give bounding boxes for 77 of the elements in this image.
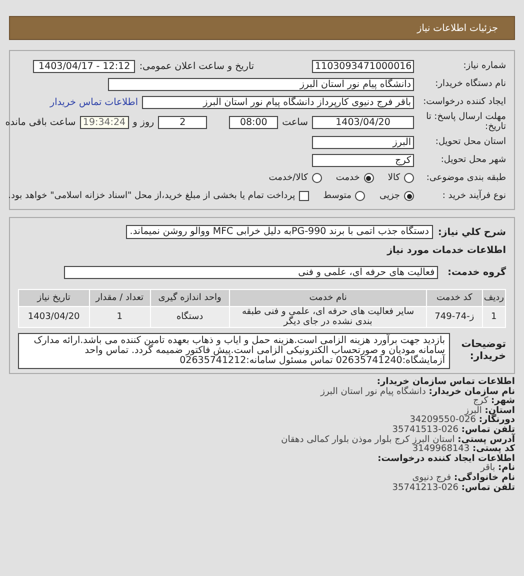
field-label: نوع فرآیند خرید : [441,191,506,201]
buyer-notes-field: بازدید جهت برآورد هزینه الزامی است.هزینه حمل و ایاب و ذهاب بعهده تامین کننده می باشد.ارائه مدارک سامانه مودیان و صورتحساب الکترونیکی الزامی است.پیش فاکتور ضمیمه گردد. تماس واحد آزمایشگاه:02635741240 تماس مسئول سامانه:02635741212 [18,333,450,369]
description-field: دستگاه جذب اتمی با برند PG-990به دلیل خرابی MFC ووالو روشن نمیماند. [126,225,433,239]
table-cell: 1 [482,306,506,328]
contact-label: نام: [498,463,515,474]
contact-label: شهر: [491,396,515,406]
contact-value: البرز [464,406,482,416]
announce-date-field: 1403/04/17 - 12:12 [33,60,136,72]
table-cell: 1 [89,306,150,328]
checkbox[interactable] [299,191,310,201]
contact-value: دانشگاه پیام نور استان البرز [320,386,426,397]
field-label: نام دستگاه خریدار: [434,79,506,89]
radio-button[interactable] [404,173,414,183]
deadline-date-field: 1403/04/20 [312,116,414,128]
contact-value: 026-35741213 [392,482,459,493]
table-cell: ز-74-749 [426,306,482,328]
contact-value: 026-34209550 [410,415,476,426]
contact-value: 026-35741513 [392,424,459,435]
field-label: شرح کلي نیاز: [438,226,506,238]
contact-label: تلفن تماس: [461,424,515,435]
table-cell: سایر فعالیت های حرفه ای، علمی و فنی طبقه بندی نشده در جای دیگر [230,306,427,328]
days-field: 2 [158,116,208,128]
days-label: روز و [132,116,154,128]
contact-label: تلفن تماس: [461,482,515,493]
table-cell: 1403/04/20 [18,306,90,328]
table-cell: دستگاه [150,306,230,328]
radio-label: کالا [388,173,400,183]
contact-value: فرج دنیوی [412,472,452,483]
contact-value: باقر [480,463,496,474]
service-group-field: فعالیت های حرفه ای، علمی و فنی [64,266,438,278]
contact-label: دورنگار: [478,415,515,426]
column-header: نام خدمت [230,290,427,306]
section-heading: اطلاعات خدمات مورد نیاز [387,244,506,256]
radio-button[interactable] [404,191,414,201]
city-field: کرج [312,154,414,166]
radio-button[interactable] [364,173,374,183]
contact-label: استان: [484,406,515,416]
buyer-field: دانشگاه پیام نور استان البرز [108,78,414,90]
column-header: تاریخ نیاز [18,290,90,306]
field-label: شماره نیاز: [462,61,506,71]
column-header: ردیف [482,290,506,306]
contact-value: استان البرز کرج بلوار موذن بلوار کمالی دهقان [281,434,455,445]
radio-label: خدمت [336,173,360,183]
radio-label: جزیی [379,191,400,201]
contact-label: نام خانوادگی: [454,472,515,483]
field-label: استان محل تحویل: [434,137,506,147]
radio-label: کالا/خدمت [268,173,308,183]
column-header: کد خدمت [426,290,482,306]
section-heading: اطلاعات تماس سازمان خریدار: [376,377,515,387]
checkbox-label: پرداخت تمام یا بخشی از مبلغ خرید،از محل "اسناد خزانه اسلامی" خواهد بود. [8,191,296,201]
contact-label: نام سازمان خریدار: [428,386,515,397]
field-label: طبقه بندی موضوعی: [425,173,506,183]
field-label: تاریخ و ساعت اعلان عمومی: [139,60,254,72]
field-label: گروه خدمت: [448,266,506,278]
need-number-field: 1103093471000016 [312,60,414,72]
contact-value: کرج [473,396,488,406]
buyer-contact-link[interactable]: اطلاعات تماس خریدار [50,96,138,108]
deadline-time-field: 08:00 [229,116,278,128]
field-label: مهلت ارسال پاسخ: تا تاریخ: [425,112,506,132]
page-title: جزئیات اطلاعات نیاز [417,22,498,34]
remaining-label: ساعت باقی مانده [5,116,76,128]
contact-label: کد پستی: [472,444,515,454]
remaining-time-field: 19:34:24 [80,116,129,128]
radio-button[interactable] [312,173,322,183]
province-field: البرز [312,136,414,148]
radio-label: متوسط [323,191,352,201]
contact-value: 3149968143 [412,444,470,454]
column-header: تعداد / مقدار [89,290,150,306]
requester-field: باقر فرج دنیوی کارپرداز دانشگاه پیام نور استان البرز [142,96,414,108]
field-label: ایجاد کننده درخواست: [422,97,506,107]
time-label: ساعت [282,116,308,128]
column-header: واحد اندازه گیری [150,290,230,306]
field-label: شهر محل تحویل: [440,155,506,165]
section-heading: اطلاعات ایجاد کننده درخواست: [378,454,515,464]
contact-label: آدرس پستی: [458,434,515,445]
field-label: توضیحات خریدار: [460,339,506,363]
radio-button[interactable] [355,191,366,201]
